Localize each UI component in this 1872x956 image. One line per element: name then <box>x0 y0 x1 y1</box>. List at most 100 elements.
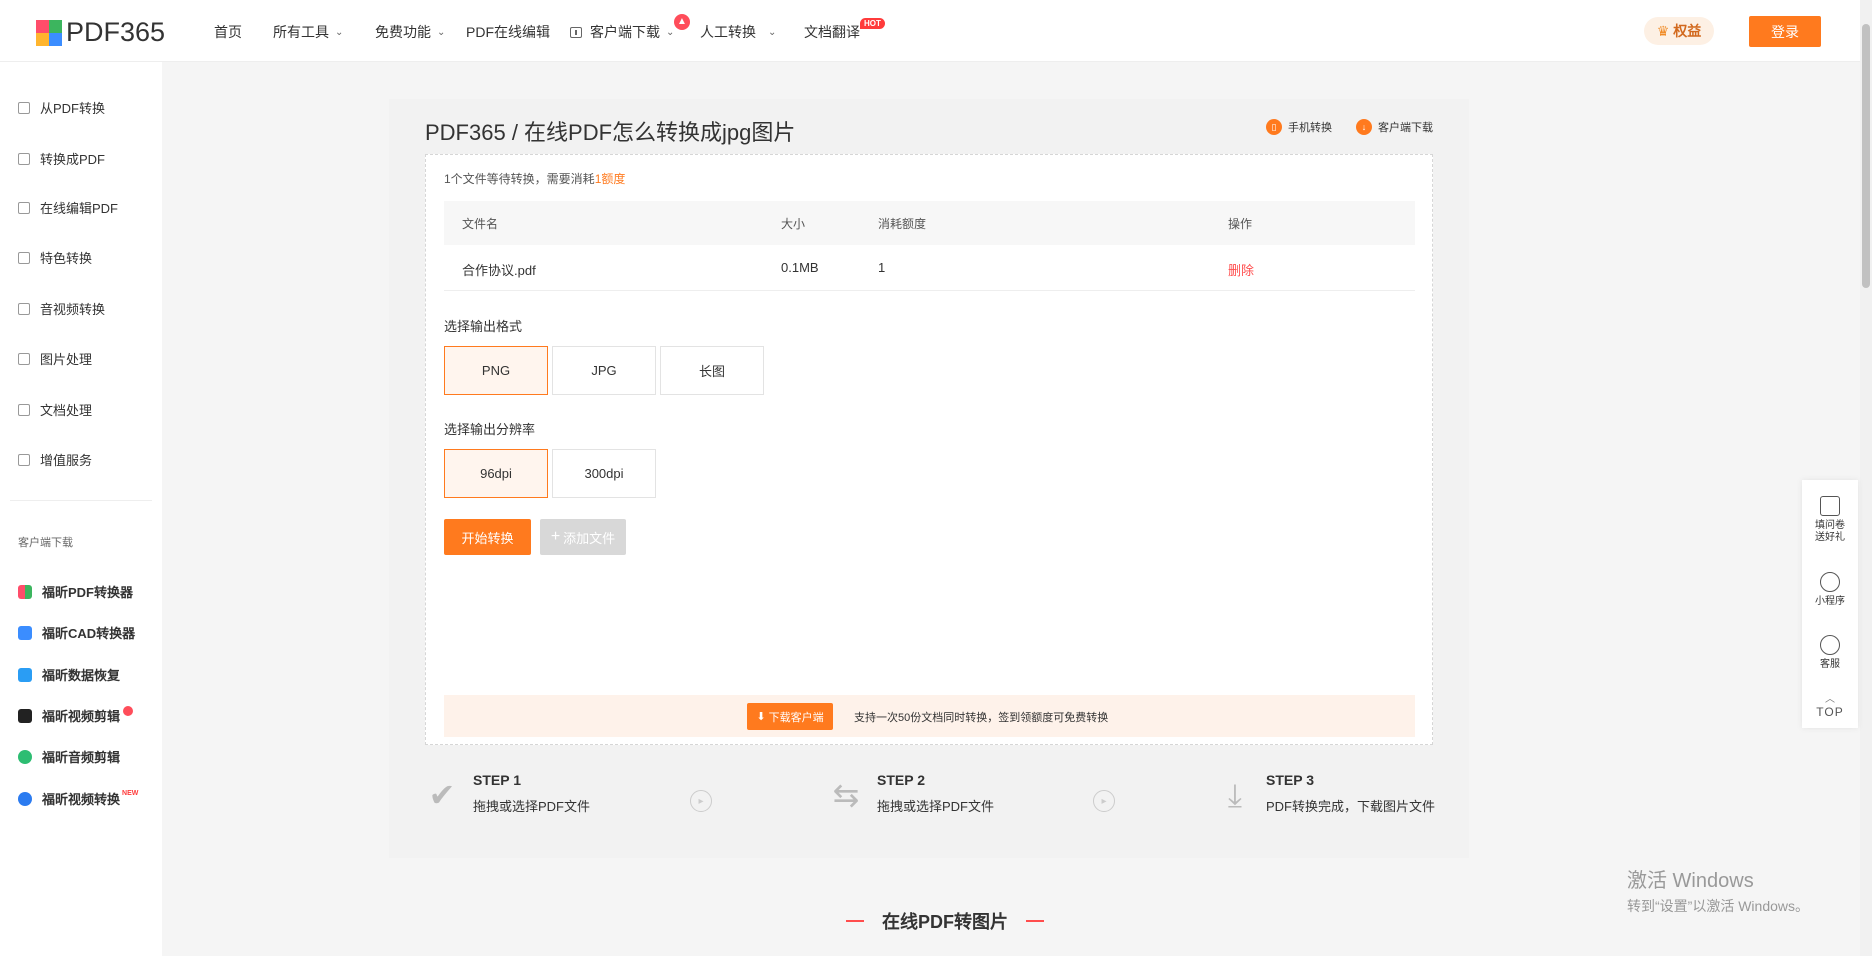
file-icon <box>18 152 30 165</box>
sidebar-item-edit-pdf[interactable]: 在线编辑PDF <box>18 198 118 217</box>
document-icon <box>18 403 30 416</box>
benefits-button[interactable]: ♛ 权益 <box>1644 17 1714 45</box>
sidebar-item-from-pdf[interactable]: 从PDF转换 <box>18 98 105 117</box>
col-cost: 消耗额度 <box>878 217 927 231</box>
customer-service-button[interactable]: 客服 <box>1802 635 1858 671</box>
start-convert-button[interactable]: 开始转换 <box>444 519 531 555</box>
mini-program-icon <box>1820 572 1840 592</box>
sidebar: 从PDF转换 转换成PDF 在线编辑PDF 特色转换 音视频转换 图片处理 文档… <box>0 62 162 956</box>
table-row: 合作协议.pdf 0.1MB 1 删除 <box>444 245 1415 291</box>
list-icon <box>18 453 30 466</box>
upload-box: 1个文件等待转换，需要消耗1额度 文件名 大小 消耗额度 操作 合作协议.pdf… <box>425 154 1433 745</box>
top-header: PDF365 首页 所有工具 ⌄ 免费功能 ⌄ PDF在线编辑 客户端下载 ⌄ ▲ 人… <box>0 0 1860 62</box>
download-tray-icon: ⤓ <box>1227 777 1243 813</box>
sidebar-download-label: 客户端下载 <box>18 537 73 549</box>
phone-icon: ▯ <box>1266 119 1282 135</box>
sidebar-item-special[interactable]: 特色转换 <box>18 248 92 267</box>
app-audio-editor[interactable]: 福昕音频剪辑 <box>18 747 120 766</box>
back-to-top-button[interactable]: ︿ TOP <box>1802 694 1858 720</box>
file-name: 合作协议.pdf <box>462 263 536 278</box>
page-title: PDF365 / 在线PDF怎么转换成jpg图片 <box>425 120 796 145</box>
sidebar-item-value-added[interactable]: 增值服务 <box>18 450 92 469</box>
resolution-label: 选择输出分辨率 <box>444 422 536 437</box>
step-2: ⇆ STEP 2 拖拽或选择PDF文件 <box>829 772 994 815</box>
app-logo-icon <box>18 584 32 599</box>
plus-icon: + <box>550 528 561 545</box>
app-video-editor[interactable]: 福昕视频剪辑 <box>18 705 134 725</box>
new-badge: NEW <box>122 790 139 797</box>
sidebar-item-to-pdf[interactable]: 转换成PDF <box>18 149 105 168</box>
format-jpg[interactable]: JPG <box>552 346 656 395</box>
app-logo-icon <box>18 791 32 806</box>
chevron-down-icon: ⌄ <box>666 26 675 38</box>
download-icon: ↓ <box>1356 119 1372 135</box>
nav-all-tools[interactable]: 所有工具 ⌄ <box>273 22 343 42</box>
format-label: 选择输出格式 <box>444 319 523 334</box>
resolution-300dpi[interactable]: 300dpi <box>552 449 656 498</box>
delete-button[interactable]: 删除 <box>1228 260 1254 279</box>
add-file-button[interactable]: + 添加文件 <box>540 519 626 555</box>
headset-icon <box>1820 635 1840 655</box>
divider-dash <box>846 920 864 922</box>
col-action: 操作 <box>1228 217 1253 231</box>
app-logo-icon <box>18 708 32 723</box>
convert-panel: PDF365 / 在线PDF怎么转换成jpg图片 ▯ 手机转换 ↓ 客户端下载 1个… <box>389 99 1469 858</box>
page-scrollbar[interactable] <box>1860 0 1872 956</box>
nav-free-features[interactable]: 免费功能 ⌄ <box>375 22 445 42</box>
login-button[interactable]: 登录 <box>1749 16 1821 47</box>
nav-manual-convert[interactable]: 人工转换 ⌄ <box>700 22 776 42</box>
floating-toolbar: 填问卷 送好礼 小程序 客服 ︿ TOP <box>1802 480 1858 728</box>
chevron-down-icon: ⌄ <box>768 26 777 38</box>
app-pdf-converter[interactable]: 福昕PDF转换器 <box>18 582 133 601</box>
resolution-96dpi[interactable]: 96dpi <box>444 449 548 498</box>
fire-icon <box>123 705 134 716</box>
crown-icon: ♛ <box>1656 22 1670 39</box>
file-size: 0.1MB <box>781 260 819 275</box>
nav-doc-translate[interactable]: 文档翻译 <box>804 22 860 42</box>
wait-status: 1个文件等待转换，需要消耗1额度 <box>444 172 626 186</box>
app-logo-icon <box>18 625 32 640</box>
media-icon <box>18 302 30 315</box>
survey-icon <box>1820 496 1840 516</box>
sidebar-item-image[interactable]: 图片处理 <box>18 349 92 368</box>
promo-bar: ⬇ 下载客户端 支持一次50份文档同时转换，签到领额度可免费转换 <box>444 695 1415 737</box>
sidebar-item-av-convert[interactable]: 音视频转换 <box>18 299 105 318</box>
logo-text: PDF365 <box>66 17 166 47</box>
swap-icon: ⇆ <box>832 777 860 813</box>
download-icon <box>570 26 582 38</box>
section-title: 在线PDF转图片 <box>828 908 1062 934</box>
sidebar-item-document[interactable]: 文档处理 <box>18 400 92 419</box>
nav-home[interactable]: 首页 <box>214 22 242 42</box>
file-table-header: 文件名 大小 消耗额度 操作 <box>444 201 1415 245</box>
sidebar-divider <box>10 500 152 501</box>
logo[interactable]: PDF365 <box>36 17 165 48</box>
nav-pdf-online-edit[interactable]: PDF在线编辑 <box>466 22 550 42</box>
format-long-image[interactable]: 长图 <box>660 346 764 395</box>
app-cad-converter[interactable]: 福昕CAD转换器 <box>18 623 135 642</box>
format-png[interactable]: PNG <box>444 346 548 395</box>
step-3: ⤓ STEP 3 PDF转换完成，下载图片文件 <box>1218 772 1435 815</box>
chevron-right-icon: ▸ <box>1093 790 1115 812</box>
divider-dash <box>1026 920 1044 922</box>
client-download-link[interactable]: ↓ 客户端下载 <box>1356 119 1433 135</box>
hot-badge: HOT <box>860 18 885 29</box>
image-icon <box>18 352 30 365</box>
download-icon: ⬇ <box>756 711 766 723</box>
survey-button[interactable]: 填问卷 送好礼 <box>1802 496 1858 544</box>
file-icon <box>18 101 30 114</box>
shield-icon <box>18 251 30 264</box>
nav-client-download[interactable]: 客户端下载 ⌄ <box>570 22 674 42</box>
chevron-right-icon: ▸ <box>690 790 712 812</box>
app-logo-icon <box>18 749 32 764</box>
check-icon: ✔ <box>428 777 456 813</box>
windows-watermark: 激活 Windows 转到“设置”以激活 Windows。 <box>1627 870 1810 914</box>
app-video-converter[interactable]: 福昕视频转换 NEW <box>18 789 138 808</box>
promo-text: 支持一次50份文档同时转换，签到领额度可免费转换 <box>854 712 1109 724</box>
app-data-recovery[interactable]: 福昕数据恢复 <box>18 665 120 684</box>
edit-icon <box>18 201 30 214</box>
mobile-convert-link[interactable]: ▯ 手机转换 <box>1266 119 1332 135</box>
col-size: 大小 <box>781 217 806 231</box>
scrollbar-thumb[interactable] <box>1862 24 1870 288</box>
download-client-button[interactable]: ⬇ 下载客户端 <box>747 703 833 730</box>
mini-program-button[interactable]: 小程序 <box>1802 572 1858 608</box>
